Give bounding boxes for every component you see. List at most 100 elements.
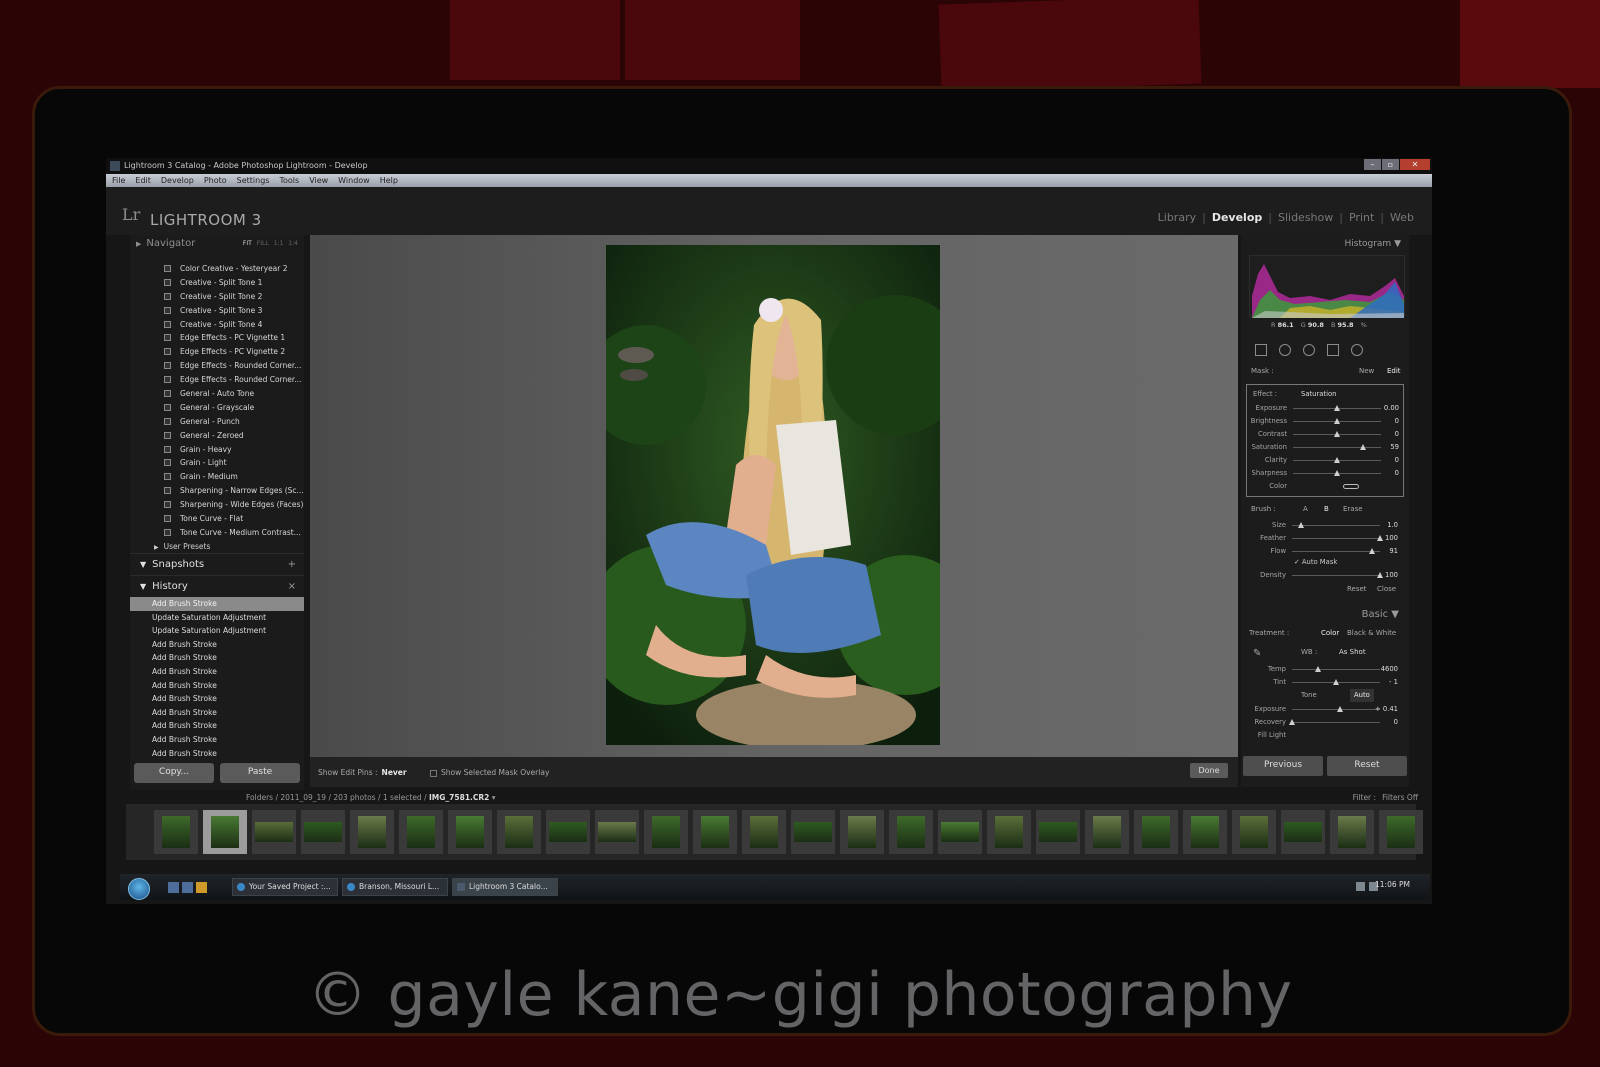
menu-tools[interactable]: Tools bbox=[279, 174, 299, 187]
filmstrip-thumbnail[interactable] bbox=[595, 810, 639, 854]
slider-density[interactable]: Density 100 bbox=[1246, 569, 1404, 582]
brush-a-tab[interactable]: A bbox=[1303, 505, 1308, 513]
history-item[interactable]: Add Brush Stroke bbox=[130, 733, 304, 747]
menu-view[interactable]: View bbox=[309, 174, 328, 187]
wb-eyedropper-icon[interactable]: ✎ bbox=[1253, 648, 1261, 659]
brush-b-tab[interactable]: B bbox=[1324, 505, 1329, 513]
taskbar-item-lightroom[interactable]: Lightroom 3 Catalo... bbox=[452, 878, 558, 896]
slider-saturation[interactable]: Saturation 59 bbox=[1247, 441, 1405, 454]
module-print[interactable]: Print bbox=[1343, 211, 1380, 224]
auto-tone-button[interactable]: Auto bbox=[1350, 689, 1374, 702]
slider-knob[interactable] bbox=[1377, 572, 1383, 578]
checkbox-icon[interactable] bbox=[430, 769, 437, 777]
slider-brightness[interactable]: Brightness 0 bbox=[1247, 415, 1405, 428]
preset-item[interactable]: General - Punch bbox=[130, 415, 304, 429]
filmstrip-thumbnail[interactable] bbox=[1330, 810, 1374, 854]
media-player-icon[interactable] bbox=[196, 882, 207, 893]
effect-dropdown[interactable]: Saturation bbox=[1301, 388, 1336, 401]
folder-breadcrumb[interactable]: Folders / 2011_09_19 / 203 photos / 1 se… bbox=[246, 793, 496, 802]
preset-item[interactable]: Edge Effects - Rounded Corner... bbox=[130, 359, 304, 373]
color-swatch-icon[interactable] bbox=[1343, 484, 1359, 489]
slider-feather[interactable]: Feather 100 bbox=[1246, 532, 1404, 545]
filmstrip-thumbnail[interactable] bbox=[742, 810, 786, 854]
filmstrip-thumbnail[interactable] bbox=[693, 810, 737, 854]
history-item[interactable]: Add Brush Stroke bbox=[130, 719, 304, 733]
brush-close-button[interactable]: Close bbox=[1377, 585, 1396, 593]
slider-knob[interactable] bbox=[1334, 405, 1340, 411]
module-web[interactable]: Web bbox=[1384, 211, 1420, 224]
slider-sharpness[interactable]: Sharpness 0 bbox=[1247, 467, 1405, 480]
history-item[interactable]: Add Brush Stroke bbox=[130, 638, 304, 652]
graduated-filter-icon[interactable] bbox=[1327, 344, 1339, 356]
preset-item[interactable]: Sharpening - Wide Edges (Faces) bbox=[130, 498, 304, 512]
preset-item[interactable]: Edge Effects - Rounded Corner... bbox=[130, 373, 304, 387]
maximize-button[interactable]: ▫ bbox=[1382, 159, 1399, 170]
snapshots-header[interactable]: ▼ Snapshots + bbox=[130, 553, 304, 575]
preset-item[interactable]: Grain - Heavy bbox=[130, 443, 304, 457]
slider-track[interactable] bbox=[1292, 666, 1380, 672]
taskbar-item-branson[interactable]: Branson, Missouri L... bbox=[342, 878, 448, 896]
preset-item[interactable]: Tone Curve - Flat bbox=[130, 512, 304, 526]
filmstrip-thumbnail[interactable] bbox=[1036, 810, 1080, 854]
slider-track[interactable] bbox=[1292, 548, 1380, 554]
menu-settings[interactable]: Settings bbox=[237, 174, 270, 187]
slider-knob[interactable] bbox=[1337, 706, 1344, 712]
filmstrip-thumbnail[interactable] bbox=[301, 810, 345, 854]
slider-knob[interactable] bbox=[1334, 418, 1340, 424]
close-button[interactable]: ✕ bbox=[1400, 159, 1430, 170]
reset-button[interactable]: Reset bbox=[1327, 756, 1407, 776]
history-header[interactable]: ▼ History × bbox=[130, 575, 304, 597]
slider-knob[interactable] bbox=[1377, 535, 1383, 541]
zoom-fill[interactable]: FILL bbox=[257, 235, 269, 253]
slider-clarity[interactable]: Clarity 0 bbox=[1247, 454, 1405, 467]
slider-knob[interactable] bbox=[1315, 666, 1322, 672]
mask-overlay-toggle[interactable]: Show Selected Mask Overlay bbox=[430, 768, 549, 777]
history-item[interactable]: Add Brush Stroke bbox=[130, 706, 304, 720]
copy-button[interactable]: Copy... bbox=[134, 763, 214, 783]
preset-item[interactable]: Edge Effects - PC Vignette 2 bbox=[130, 345, 304, 359]
slider-track[interactable] bbox=[1293, 405, 1381, 411]
slider-track[interactable] bbox=[1293, 444, 1381, 450]
slider-track[interactable] bbox=[1293, 431, 1381, 437]
effect-selector[interactable]: Effect : Saturation bbox=[1247, 388, 1405, 401]
treatment-bw[interactable]: Black & White bbox=[1347, 629, 1396, 637]
adjustment-brush-icon[interactable] bbox=[1351, 344, 1363, 356]
brush-reset-button[interactable]: Reset bbox=[1347, 585, 1367, 593]
filter-dropdown[interactable]: Filters Off bbox=[1382, 793, 1418, 802]
filmstrip-thumbnail[interactable] bbox=[840, 810, 884, 854]
preset-item[interactable]: General - Auto Tone bbox=[130, 387, 304, 401]
slider-knob[interactable] bbox=[1360, 444, 1367, 450]
taskbar-item-project[interactable]: Your Saved Project :... bbox=[232, 878, 338, 896]
slider-knob[interactable] bbox=[1289, 719, 1295, 725]
history-item[interactable]: Update Saturation Adjustment bbox=[130, 624, 304, 638]
edit-pins-value[interactable]: Never bbox=[382, 768, 407, 777]
menu-photo[interactable]: Photo bbox=[204, 174, 227, 187]
effect-color-row[interactable]: Color bbox=[1247, 480, 1405, 493]
filmstrip-thumbnail[interactable] bbox=[203, 810, 247, 854]
preset-item[interactable]: Grain - Medium bbox=[130, 470, 304, 484]
show-desktop-icon[interactable] bbox=[168, 882, 179, 893]
filmstrip-thumbnail[interactable] bbox=[1232, 810, 1276, 854]
menu-window[interactable]: Window bbox=[338, 174, 370, 187]
slider-track[interactable] bbox=[1292, 679, 1380, 685]
slider-track[interactable] bbox=[1292, 522, 1380, 528]
mask-new-button[interactable]: New bbox=[1359, 367, 1374, 375]
preset-item[interactable]: General - Zeroed bbox=[130, 429, 304, 443]
user-presets-folder[interactable]: ▶ User Presets bbox=[130, 540, 304, 553]
switch-windows-icon[interactable] bbox=[182, 882, 193, 893]
filmstrip-thumbnail[interactable] bbox=[497, 810, 541, 854]
history-item[interactable]: Update Saturation Adjustment bbox=[130, 611, 304, 625]
slider-recovery[interactable]: Recovery 0 bbox=[1246, 716, 1404, 729]
histogram-header[interactable]: Histogram ▼ bbox=[1345, 239, 1401, 249]
slider-knob[interactable] bbox=[1334, 431, 1340, 437]
slider-track[interactable] bbox=[1292, 535, 1383, 541]
filmstrip-thumbnail[interactable] bbox=[644, 810, 688, 854]
slider-tint[interactable]: Tint - 1 bbox=[1246, 676, 1404, 689]
slider-track[interactable] bbox=[1293, 470, 1381, 476]
previous-button[interactable]: Previous bbox=[1243, 756, 1323, 776]
add-snapshot-button[interactable]: + bbox=[288, 554, 296, 576]
module-slideshow[interactable]: Slideshow bbox=[1272, 211, 1339, 224]
zoom-1-1[interactable]: 1:1 bbox=[274, 235, 284, 253]
slider-knob[interactable] bbox=[1333, 679, 1339, 685]
slider-exposure[interactable]: Exposure 0.00 bbox=[1247, 402, 1405, 415]
